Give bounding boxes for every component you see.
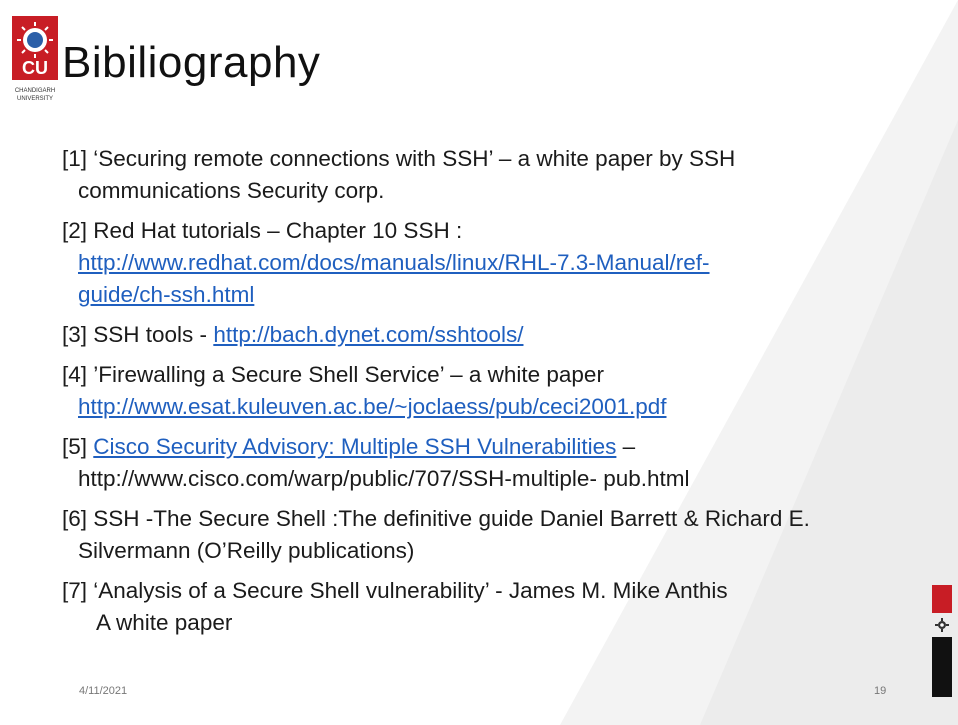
gear-icon (932, 613, 952, 637)
reference-continuation: A white paper (96, 610, 233, 635)
black-bar (932, 637, 952, 697)
university-logo: CU CHANDIGARH UNIVERSITY (12, 16, 58, 120)
reference-link[interactable]: http://www.esat.kuleuven.ac.be/~joclaess… (78, 394, 667, 419)
slide-number: 19 (874, 685, 887, 697)
reference-link[interactable]: guide/ch-ssh.html (78, 282, 254, 307)
reference-link[interactable]: Cisco Security Advisory: Multiple SSH Vu… (93, 434, 616, 459)
reference-text: [7] ‘Analysis of a Secure Shell vulnerab… (62, 578, 728, 603)
red-bar (932, 585, 952, 613)
reference-item: [5] Cisco Security Advisory: Multiple SS… (62, 431, 922, 495)
reference-continuation: http://www.cisco.com/warp/public/707/SSH… (78, 466, 690, 491)
reference-item: [2] Red Hat tutorials – Chapter 10 SSH :… (62, 215, 922, 311)
reference-text-tail: – (616, 434, 636, 459)
reference-link[interactable]: http://www.redhat.com/docs/manuals/linux… (78, 250, 710, 275)
reference-continuation: Silvermann (O’Reilly publications) (78, 538, 415, 563)
reference-item: [3] SSH tools - http://bach.dynet.com/ss… (62, 319, 922, 351)
reference-continuation: communications Security corp. (78, 178, 385, 203)
reference-item: [1] ‘Securing remote connections with SS… (62, 143, 922, 207)
reference-item: [7] ‘Analysis of a Secure Shell vulnerab… (62, 575, 922, 639)
reference-text: [3] SSH tools - (62, 322, 214, 347)
reference-list: [1] ‘Securing remote connections with SS… (62, 143, 922, 647)
slide-title: Bibiliography (62, 38, 321, 87)
reference-text: [2] Red Hat tutorials – Chapter 10 SSH : (62, 218, 463, 243)
logo-name-line1: CHANDIGARH (14, 88, 56, 94)
reference-item: [6] SSH -The Secure Shell :The definitiv… (62, 503, 922, 567)
logo-name-line2: UNIVERSITY (16, 96, 53, 102)
reference-text: [6] SSH -The Secure Shell :The definitiv… (62, 506, 810, 531)
reference-text: [5] (62, 434, 94, 459)
logo-abbr: CU (22, 58, 48, 78)
reference-item: [4] ’Firewalling a Secure Shell Service’… (62, 359, 922, 423)
reference-text: [1] ‘Securing remote connections with SS… (62, 146, 736, 171)
reference-text: [4] ’Firewalling a Secure Shell Service’… (62, 362, 604, 387)
reference-link[interactable]: http://bach.dynet.com/sshtools/ (213, 322, 523, 347)
footer-date: 4/11/2021 (79, 685, 128, 697)
side-decoration (932, 585, 952, 697)
